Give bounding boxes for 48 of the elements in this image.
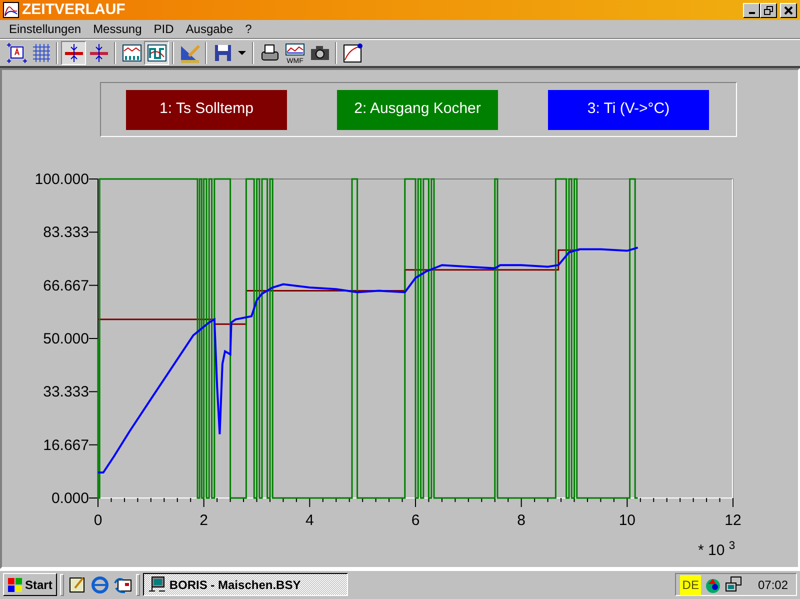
y-tick-label: 100.000	[34, 171, 89, 188]
legend-item: 2: Ausgang Kocher	[337, 90, 498, 130]
restore-icon	[764, 6, 773, 14]
chart-app-icon	[3, 2, 19, 18]
ruler-pencil-icon	[178, 42, 200, 64]
start-button[interactable]: Start	[3, 573, 58, 596]
menu-item[interactable]: Messung	[87, 20, 148, 38]
x-tick-label: 10	[618, 512, 636, 529]
cursor-line-button[interactable]	[61, 41, 86, 65]
close-icon	[784, 6, 793, 14]
window-title: ZEITVERLAUF	[22, 0, 126, 20]
computer-icon	[148, 576, 166, 594]
x-tick-label: 0	[94, 512, 102, 529]
chart-bars-icon	[120, 42, 142, 64]
clock: 07:02	[758, 576, 788, 594]
y-tick-label: 33.333	[43, 384, 89, 401]
x-tick-label: 8	[517, 512, 526, 529]
cursor-line-icon	[88, 42, 110, 64]
x-tick-label: 12	[724, 512, 742, 529]
caret-icon	[238, 51, 246, 55]
legend-item: 3: Ti (V->°C)	[548, 90, 709, 130]
minimize-button[interactable]	[743, 2, 760, 18]
chart-edit-icon	[342, 42, 364, 64]
legend-item: 1: Ts Solltemp	[126, 90, 287, 130]
y-tick-label: 83.333	[43, 224, 89, 242]
windows-flag-icon	[8, 578, 22, 592]
language-indicator[interactable]: DE	[680, 574, 701, 594]
y-tick-label: 16.667	[43, 436, 89, 454]
step-chart-icon	[146, 42, 168, 64]
notepad-icon[interactable]	[67, 574, 88, 594]
y-tick-label: 50.000	[43, 330, 89, 348]
y-tick-label: 0.000	[51, 490, 89, 507]
menu-item[interactable]: Einstellungen	[3, 20, 88, 38]
close-button[interactable]	[780, 2, 797, 18]
x-tick-label: 2	[200, 512, 208, 529]
menu-item[interactable]: Ausgabe	[180, 20, 240, 38]
taskbar-task[interactable]: BORIS - Maischen.BSY	[143, 573, 348, 596]
y-tick-label: 66.667	[43, 277, 89, 294]
axis-multiplier: * 10 $^{3}$	[698, 540, 736, 561]
frame-icon	[4, 42, 26, 64]
x-tick-label: 6	[411, 512, 420, 529]
restore-button[interactable]	[760, 2, 777, 18]
menu-item[interactable]: PID	[148, 20, 180, 38]
network-computers-icon[interactable]	[724, 576, 743, 594]
step-chart-button[interactable]	[144, 41, 169, 65]
menu-item[interactable]: ?	[239, 20, 258, 38]
x-tick-label: 4	[306, 512, 314, 529]
cursor-line-icon	[62, 42, 84, 64]
